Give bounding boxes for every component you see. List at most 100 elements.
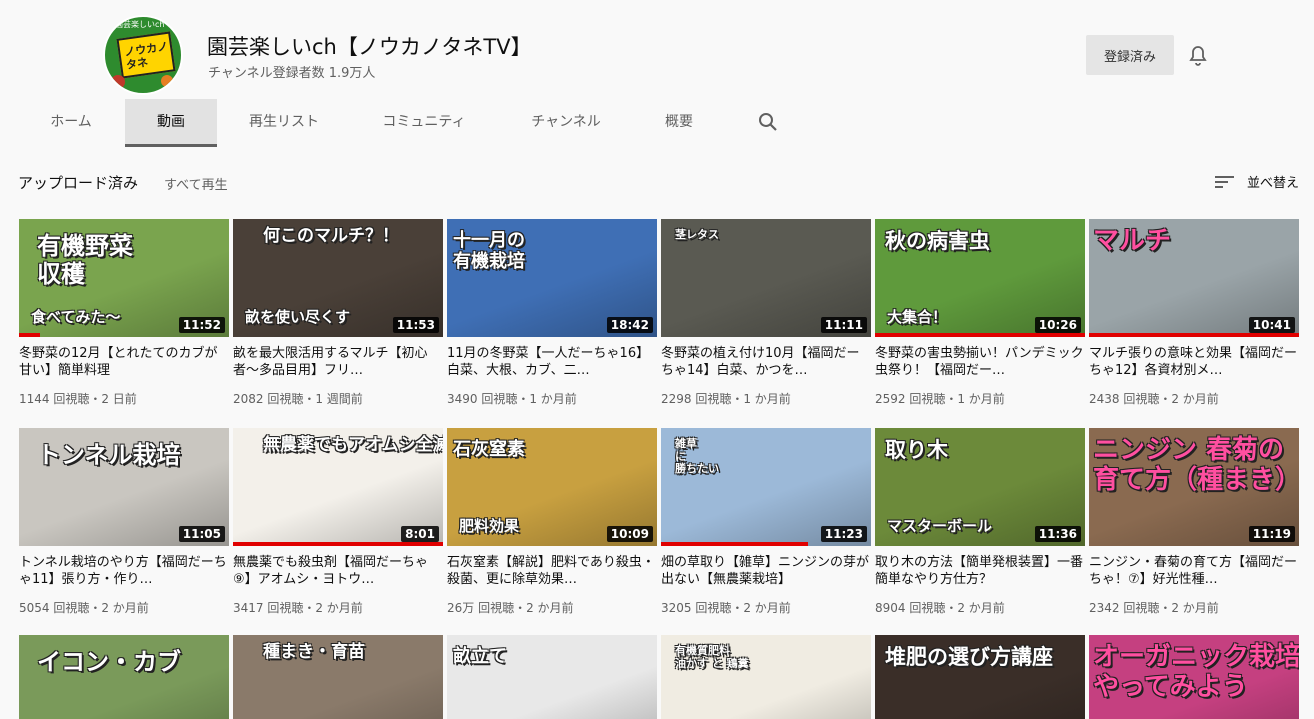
thumbnail-caption: 取り木 <box>885 438 948 462</box>
thumbnail-caption: 畝立て <box>453 646 507 667</box>
video-thumbnail[interactable]: 有機質肥料 油かす と 鶏糞 <box>661 635 871 719</box>
thumbnail-caption: 何このマルチ？！ <box>263 226 399 246</box>
video-metadata: 2592 回視聴・1 か月前 <box>875 392 1005 406</box>
video-metadata: 8904 回視聴・2 か月前 <box>875 601 1005 615</box>
watched-progress-bar <box>1089 333 1299 337</box>
thumbnail-caption: イコン・カブ <box>37 648 181 676</box>
video-title[interactable]: ニンジン・春菊の育て方【福岡だーちゃ！⑦】好光性種… <box>1089 554 1299 588</box>
video-card[interactable]: 有機質肥料 油かす と 鶏糞 <box>661 635 871 719</box>
video-metadata: 3417 回視聴・2 か月前 <box>233 601 363 615</box>
video-metadata: 2298 回視聴・1 か月前 <box>661 392 791 406</box>
video-duration: 10:09 <box>606 526 653 542</box>
video-metadata: 2342 回視聴・2 か月前 <box>1089 601 1219 615</box>
video-thumbnail[interactable]: 何このマルチ？！ 畝を使い尽くす 11:53 <box>233 219 443 337</box>
video-card[interactable]: 雑草 に 勝ちたい 11:23 畑の草取り【雑草】ニンジンの芽が出ない【無農薬栽培】… <box>661 428 871 616</box>
channel-name: 園芸楽しいch【ノウカノタネTV】 <box>207 35 532 59</box>
video-duration: 8:01 <box>401 526 439 542</box>
channel-tabs: ホーム 動画 再生リスト コミュニティ チャンネル 概要 <box>0 99 820 147</box>
thumbnail-caption: 堆肥の選び方講座 <box>885 645 1053 669</box>
thumbnail-caption: オーガニック栽培 やってみよう <box>1093 642 1299 702</box>
video-card[interactable]: オーガニック栽培 やってみよう <box>1089 635 1299 719</box>
video-card[interactable]: 石灰窒素 肥料効果 10:09 石灰窒素【解説】肥料であり殺虫・殺菌、更に除草効果… 2… <box>447 428 657 616</box>
video-thumbnail[interactable]: 十一月の 有機栽培 18:42 <box>447 219 657 337</box>
search-icon[interactable] <box>756 110 780 134</box>
thumbnail-caption: マルチ <box>1093 226 1172 256</box>
video-card[interactable]: 何このマルチ？！ 畝を使い尽くす 11:53 畝を最大限活用するマルチ【初心者〜多品目… <box>233 219 443 407</box>
video-title[interactable]: 冬野菜の12月【とれたてのカブが甘い】簡単料理 <box>19 345 229 379</box>
video-title[interactable]: マルチ張りの意味と効果【福岡だーちゃ12】各資材別メ… <box>1089 345 1299 379</box>
video-card[interactable]: 取り木 マスターボール 11:36 取り木の方法【簡単発根装置】一番簡単なやり方仕方？… <box>875 428 1085 616</box>
video-thumbnail[interactable]: オーガニック栽培 やってみよう <box>1089 635 1299 719</box>
youtube-channel-page: 園芸楽しいch ノウカノ タネ 園芸楽しいch【ノウカノタネTV】 チャンネル登… <box>0 0 1314 719</box>
video-card[interactable]: ニンジン 春菊の 育て方（種まき） 11:19 ニンジン・春菊の育て方【福岡だーちゃ… <box>1089 428 1299 616</box>
thumbnail-caption: 有機野菜 収穫 <box>37 232 133 288</box>
channel-avatar[interactable]: 園芸楽しいch ノウカノ タネ <box>103 15 183 95</box>
notification-bell-icon[interactable] <box>1186 44 1210 68</box>
thumbnail-caption-secondary: 畝を使い尽くす <box>245 308 351 326</box>
video-card[interactable]: 無農薬でもアオムシ全滅 8:01 無農薬でも殺虫剤【福岡だーちゃ⑨】アオムシ・ヨトウ… <box>233 428 443 616</box>
video-metadata: 3490 回視聴・1 か月前 <box>447 392 577 406</box>
video-card[interactable]: 茎レタス 11:11 冬野菜の植え付け10月【福岡だーちゃ14】白菜、かつを… 229… <box>661 219 871 407</box>
video-thumbnail[interactable]: 雑草 に 勝ちたい 11:23 <box>661 428 871 546</box>
video-thumbnail[interactable]: 石灰窒素 肥料効果 10:09 <box>447 428 657 546</box>
video-card[interactable]: トンネル栽培 11:05 トンネル栽培のやり方【福岡だーちゃ11】張り方・作り… 50… <box>19 428 229 616</box>
video-card[interactable]: 堆肥の選び方講座 <box>875 635 1085 719</box>
video-thumbnail[interactable]: 取り木 マスターボール 11:36 <box>875 428 1085 546</box>
video-duration: 11:53 <box>392 317 439 333</box>
tab-community[interactable]: コミュニティ <box>364 99 484 147</box>
video-title[interactable]: 畝を最大限活用するマルチ【初心者〜多品目用】フリ… <box>233 345 443 379</box>
video-thumbnail[interactable]: 種まき・育苗 <box>233 635 443 719</box>
video-duration: 11:23 <box>820 526 867 542</box>
video-duration: 10:26 <box>1034 317 1081 333</box>
avatar-sign-text: ノウカノ タネ <box>123 39 169 72</box>
sort-button[interactable]: 並べ替え <box>1247 172 1299 191</box>
video-title[interactable]: 畑の草取り【雑草】ニンジンの芽が出ない【無農薬栽培】 <box>661 554 871 588</box>
video-title[interactable]: 石灰窒素【解説】肥料であり殺虫・殺菌、更に除草効果… <box>447 554 657 588</box>
tab-about[interactable]: 概要 <box>648 99 710 147</box>
video-title[interactable]: 取り木の方法【簡単発根装置】一番簡単なやり方仕方？ <box>875 554 1085 588</box>
video-thumbnail[interactable]: 秋の病害虫 大集合！ 10:26 <box>875 219 1085 337</box>
video-duration: 11:52 <box>178 317 225 333</box>
sort-icon[interactable] <box>1214 173 1236 191</box>
video-card[interactable]: 種まき・育苗 <box>233 635 443 719</box>
tab-channels[interactable]: チャンネル <box>514 99 618 147</box>
tab-playlists[interactable]: 再生リスト <box>232 99 336 147</box>
video-thumbnail[interactable]: 無農薬でもアオムシ全滅 8:01 <box>233 428 443 546</box>
video-card[interactable]: 秋の病害虫 大集合！ 10:26 冬野菜の害虫勢揃い！パンデミック虫祭り！【福岡だー…… <box>875 219 1085 407</box>
video-title[interactable]: 冬野菜の植え付け10月【福岡だーちゃ14】白菜、かつを… <box>661 345 871 379</box>
video-card[interactable]: イコン・カブ <box>19 635 229 719</box>
video-thumbnail[interactable]: 茎レタス 11:11 <box>661 219 871 337</box>
video-metadata: 3205 回視聴・2 か月前 <box>661 601 791 615</box>
thumbnail-caption: 雑草 に 勝ちたい <box>675 437 719 476</box>
video-thumbnail[interactable]: イコン・カブ <box>19 635 229 719</box>
video-metadata: 2438 回視聴・2 か月前 <box>1089 392 1219 406</box>
video-title[interactable]: 11月の冬野菜【一人だーちゃ16】白菜、大根、カブ、二… <box>447 345 657 379</box>
subscriber-count: チャンネル登録者数 1.9万人 <box>208 66 376 81</box>
video-duration: 11:11 <box>820 317 867 333</box>
video-thumbnail[interactable]: マルチ 10:41 <box>1089 219 1299 337</box>
tab-home[interactable]: ホーム <box>32 99 110 147</box>
subscribed-button[interactable]: 登録済み <box>1086 35 1174 75</box>
thumbnail-caption-secondary: 肥料効果 <box>459 517 520 535</box>
tab-videos[interactable]: 動画 <box>125 99 217 147</box>
video-metadata: 1144 回視聴・2 日前 <box>19 392 137 406</box>
video-thumbnail[interactable]: 有機野菜 収穫食べてみた〜 11:52 <box>19 219 229 337</box>
video-card[interactable]: 畝立て <box>447 635 657 719</box>
video-title[interactable]: 無農薬でも殺虫剤【福岡だーちゃ⑨】アオムシ・ヨトウ… <box>233 554 443 588</box>
video-title[interactable]: トンネル栽培のやり方【福岡だーちゃ11】張り方・作り… <box>19 554 229 588</box>
video-card[interactable]: 十一月の 有機栽培 18:42 11月の冬野菜【一人だーちゃ16】白菜、大根、カブ、… <box>447 219 657 407</box>
tomato-icon <box>111 75 125 89</box>
video-thumbnail[interactable]: 畝立て <box>447 635 657 719</box>
watched-progress-bar <box>233 542 443 546</box>
video-metadata: 26万 回視聴・2 か月前 <box>447 601 574 615</box>
thumbnail-caption-secondary: 食べてみた〜 <box>31 308 121 326</box>
video-thumbnail[interactable]: 堆肥の選び方講座 <box>875 635 1085 719</box>
thumbnail-caption: 秋の病害虫 <box>885 229 990 253</box>
video-thumbnail[interactable]: トンネル栽培 11:05 <box>19 428 229 546</box>
video-title[interactable]: 冬野菜の害虫勢揃い！パンデミック虫祭り！【福岡だー… <box>875 345 1085 379</box>
video-card[interactable]: 有機野菜 収穫食べてみた〜 11:52 冬野菜の12月【とれたてのカブが甘い】簡単料… <box>19 219 229 407</box>
thumbnail-caption: ニンジン 春菊の 育て方（種まき） <box>1093 435 1299 495</box>
play-all-link[interactable]: すべて再生 <box>164 174 228 193</box>
video-card[interactable]: マルチ 10:41 マルチ張りの意味と効果【福岡だーちゃ12】各資材別メ… 2438 … <box>1089 219 1299 407</box>
video-thumbnail[interactable]: ニンジン 春菊の 育て方（種まき） 11:19 <box>1089 428 1299 546</box>
